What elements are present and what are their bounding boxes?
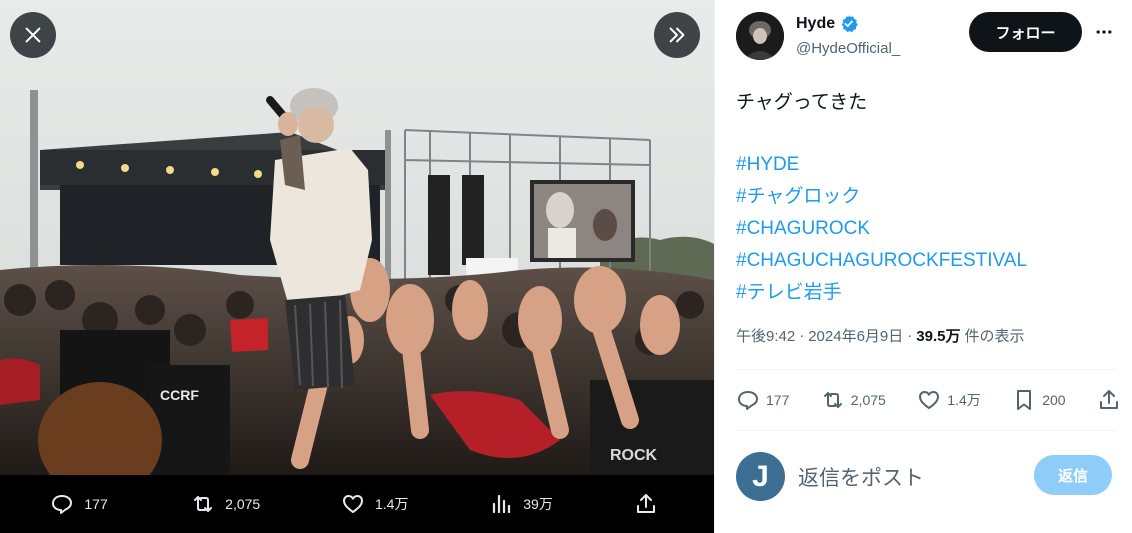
reply-submit-button[interactable]: 返信 — [1034, 455, 1112, 495]
hashtag-link[interactable]: #チャグロック — [736, 181, 1027, 213]
more-options-button[interactable] — [1090, 18, 1118, 46]
media-like-count: 1.4万 — [375, 496, 409, 512]
tweet-time[interactable]: 午後9:42 — [736, 325, 795, 346]
svg-text:ROCK: ROCK — [610, 447, 658, 464]
svg-text:CCRF: CCRF — [160, 387, 199, 403]
verified-badge-icon — [841, 15, 858, 33]
close-icon — [25, 27, 41, 43]
author-name-row: Hyde — [796, 14, 858, 33]
tweet-text: チャグってきた — [736, 92, 868, 113]
media-views-count: 39万 — [523, 496, 553, 512]
reply-button[interactable]: 177 — [736, 388, 789, 412]
tweet-action-bar: 177 2,075 1.4万 200 — [736, 382, 1121, 418]
author-display-name[interactable]: Hyde — [796, 15, 835, 33]
media-repost-count: 2,075 — [225, 496, 261, 512]
double-chevron-right-icon — [669, 27, 685, 43]
close-button[interactable] — [10, 12, 56, 58]
hashtag-link[interactable]: #CHAGUROCK — [736, 213, 1027, 245]
like-count: 1.4万 — [947, 392, 981, 408]
tweet-panel: Hyde @HydeOfficial_ フォロー チャグってきた #HYDE #… — [714, 0, 1132, 533]
hashtag-list: #HYDE #チャグロック #CHAGUROCK #CHAGUCHAGUROCK… — [736, 149, 1027, 309]
divider — [736, 430, 1116, 431]
repost-icon — [194, 496, 213, 512]
reply-icon — [738, 391, 758, 410]
meta-separator: · — [907, 327, 913, 344]
hashtag-link[interactable]: #CHAGUCHAGUROCKFESTIVAL — [736, 245, 1027, 277]
divider — [736, 369, 1116, 370]
tweet-meta: 午後9:42 · 2024年6月9日 · 39.5万 件の表示 — [736, 325, 1024, 346]
like-button[interactable]: 1.4万 — [917, 388, 981, 412]
current-user-avatar: J — [736, 452, 785, 501]
media-views-button[interactable]: 39万 — [489, 492, 553, 516]
media-repost-button[interactable]: 2,075 — [191, 492, 260, 516]
media-viewer: CCRF ROCK 177 2,075 1.4万 39万 — [0, 0, 714, 533]
views-count: 39.5万 — [916, 328, 961, 345]
bookmark-count: 200 — [1042, 392, 1066, 408]
reply-input[interactable]: 返信をポスト — [798, 462, 924, 492]
meta-separator: · — [799, 327, 805, 344]
media-reply-button[interactable]: 177 — [50, 492, 110, 516]
heart-icon — [919, 391, 940, 409]
concert-photo: CCRF ROCK — [0, 0, 714, 475]
author-handle[interactable]: @HydeOfficial_ — [796, 40, 900, 57]
hashtag-link[interactable]: #テレビ岩手 — [736, 277, 1027, 309]
author-avatar[interactable] — [736, 12, 784, 60]
expand-panel-button[interactable] — [654, 12, 700, 58]
share-icon — [636, 494, 655, 513]
media-share-button[interactable] — [634, 492, 664, 516]
reply-icon — [52, 495, 73, 514]
tweet-date[interactable]: 2024年6月9日 — [808, 325, 903, 346]
follow-button[interactable]: フォロー — [969, 12, 1082, 52]
tweet-photo-viewer: CCRF ROCK 177 2,075 1.4万 39万 Hyde @HydeO… — [0, 0, 1132, 533]
repost-icon — [823, 392, 842, 408]
hashtag-link[interactable]: #HYDE — [736, 149, 1027, 181]
bookmark-icon — [1017, 390, 1032, 410]
heart-icon — [343, 495, 363, 513]
media-reply-count: 177 — [84, 496, 108, 512]
media-like-button[interactable]: 1.4万 — [341, 492, 408, 516]
reply-composer: J 返信をポスト 返信 — [736, 450, 1116, 502]
views-label: 件の表示 — [964, 328, 1025, 345]
more-dots-icon — [1096, 30, 1112, 34]
avatar-image — [736, 12, 784, 60]
repost-button[interactable]: 2,075 — [821, 388, 886, 412]
bookmark-button[interactable]: 200 — [1012, 388, 1066, 412]
reply-count: 177 — [766, 392, 790, 408]
repost-count: 2,075 — [850, 392, 886, 408]
bar-chart-icon — [493, 494, 511, 514]
media-action-bar: 177 2,075 1.4万 39万 — [0, 475, 714, 533]
share-button[interactable] — [1097, 388, 1121, 412]
share-icon — [1099, 390, 1118, 409]
